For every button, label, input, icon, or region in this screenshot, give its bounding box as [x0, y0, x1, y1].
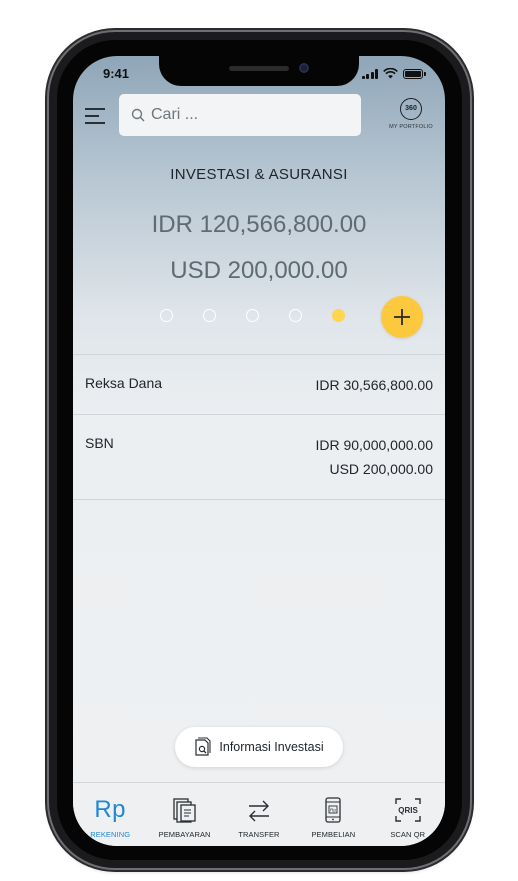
signal-icon: [361, 68, 378, 79]
document-search-icon: [195, 737, 211, 756]
portfolio-label: MY PORTFOLIO: [389, 124, 433, 130]
status-time: 9:41: [103, 66, 130, 81]
investment-value: IDR 90,000,000.00: [315, 437, 433, 453]
nav-item-transfer[interactable]: TRANSFER: [222, 783, 296, 846]
carousel-dot-1[interactable]: [160, 309, 173, 322]
portfolio-360-icon: 360: [400, 98, 422, 120]
transfer-icon: [248, 800, 269, 822]
plus-icon: [394, 309, 410, 325]
search-placeholder: Cari ...: [151, 106, 199, 123]
investment-info-button[interactable]: Informasi Investasi: [175, 727, 343, 767]
status-icons: [361, 68, 426, 79]
nav-item-pembelian[interactable]: Rp PEMBELIAN: [296, 783, 370, 846]
nav-label: TRANSFER: [238, 830, 280, 839]
carousel-dot-2[interactable]: [203, 309, 216, 322]
app-screen: 9:41 Cari ... 360 MY PORTFOLIO INVESTASI…: [73, 56, 445, 846]
page-title: INVESTASI & ASURANSI: [170, 166, 348, 183]
nav-item-scan-qr[interactable]: QRIS SCAN QR: [371, 783, 445, 846]
nav-label: PEMBAYARAN: [158, 830, 211, 839]
purchase-icon: Rp: [325, 797, 342, 823]
search-icon: [131, 108, 145, 122]
menu-icon[interactable]: [85, 108, 107, 124]
nav-item-rekening[interactable]: Rp REKENING: [73, 783, 147, 846]
qris-text: QRIS: [398, 806, 418, 815]
payment-icon: [172, 798, 196, 823]
notch: [159, 56, 359, 86]
nav-label: PEMBELIAN: [311, 830, 356, 839]
battery-icon: [403, 68, 426, 79]
wifi-icon: [383, 68, 398, 79]
total-amount-idr: IDR 120,566,800.00: [151, 211, 367, 238]
investment-name: SBN: [85, 435, 114, 451]
list-item[interactable]: Reksa Dana IDR 30,566,800.00: [73, 354, 445, 414]
investment-name: Reksa Dana: [85, 375, 163, 391]
add-button[interactable]: [381, 296, 423, 338]
nav-label: SCAN QR: [390, 830, 426, 839]
front-camera-icon: [299, 63, 309, 73]
qris-icon: QRIS: [395, 798, 421, 822]
svg-text:Rp: Rp: [330, 808, 336, 813]
total-amount-usd: USD 200,000.00: [170, 257, 348, 284]
my-portfolio-button[interactable]: 360 MY PORTFOLIO: [385, 98, 437, 130]
carousel-dot-5[interactable]: [332, 309, 345, 322]
bottom-nav: Rp REKENING PEMBAYARAN TRANSFER Rp PEMBE…: [73, 782, 445, 846]
carousel-dot-3[interactable]: [246, 309, 259, 322]
investment-value: USD 200,000.00: [329, 461, 433, 477]
nav-label: REKENING: [90, 830, 131, 839]
investment-info-label: Informasi Investasi: [219, 740, 324, 754]
search-input[interactable]: Cari ...: [119, 94, 361, 136]
rp-icon: Rp: [94, 795, 126, 825]
investment-list: Reksa Dana IDR 30,566,800.00 SBN IDR 90,…: [73, 354, 445, 500]
carousel-dot-4[interactable]: [289, 309, 302, 322]
list-item[interactable]: SBN IDR 90,000,000.00 USD 200,000.00: [73, 414, 445, 500]
rp-text: Rp: [94, 796, 127, 823]
nav-item-pembayaran[interactable]: PEMBAYARAN: [147, 783, 221, 846]
carousel-indicator: [160, 309, 345, 322]
